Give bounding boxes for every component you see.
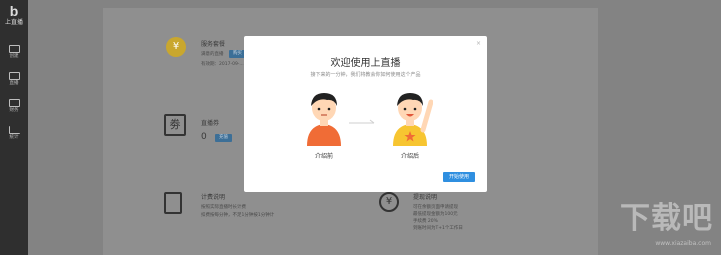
brand-logo[interactable]: b 上直播 bbox=[0, 4, 28, 27]
withdraw-line: 可在余额页面申请提现 bbox=[413, 205, 458, 210]
person-after-illustration bbox=[393, 93, 433, 146]
stats-icon bbox=[8, 126, 20, 134]
person-before-illustration bbox=[307, 93, 341, 146]
watermark-logo: 下载吧 bbox=[620, 201, 713, 236]
arrow-right-icon bbox=[349, 119, 375, 124]
close-icon[interactable]: × bbox=[476, 41, 481, 47]
withdraw-line: 最低提现金额为100元 bbox=[413, 212, 458, 217]
sidebar: b 上直播 创建 直播 财务 统计 bbox=[0, 0, 28, 255]
coin-icon: ¥ bbox=[166, 37, 186, 57]
after-label: 介绍后 bbox=[400, 153, 419, 160]
document-icon bbox=[164, 192, 182, 214]
brand-mark-icon: b bbox=[9, 3, 19, 19]
withdraw-line: 手续费 20% bbox=[413, 219, 438, 224]
ticket-title: 直播券 bbox=[201, 120, 220, 127]
welcome-modal: × 欢迎使用上直播 接下来的一分钟，我们将教会你如何使用这个产品 介绍前 介绍后… bbox=[244, 36, 487, 192]
service-desc: 满意的直播 bbox=[201, 52, 224, 57]
sidebar-item-label: 财务 bbox=[9, 108, 19, 113]
sidebar-item-stats[interactable]: 统计 bbox=[0, 126, 28, 141]
sidebar-item-live[interactable]: 直播 bbox=[0, 72, 28, 87]
recharge-button[interactable]: 充值 bbox=[215, 134, 232, 142]
watermark-url: www.xiazaiba.com bbox=[655, 240, 711, 247]
brand-name: 上直播 bbox=[4, 19, 23, 26]
modal-subtitle: 接下来的一分钟，我们将教会你如何使用这个产品 bbox=[310, 72, 421, 78]
withdraw-title: 提现说明 bbox=[413, 194, 438, 201]
billing-line: 按照实际直播时长计费 bbox=[201, 205, 246, 210]
billing-title: 计费说明 bbox=[201, 194, 226, 201]
ticket-count: 0 bbox=[201, 132, 207, 142]
sidebar-item-finance[interactable]: 财务 bbox=[0, 99, 28, 114]
modal-title: 欢迎使用上直播 bbox=[330, 58, 401, 69]
sidebar-item-label: 创建 bbox=[9, 54, 19, 59]
billing-line: 扣费按每分钟，不足1分钟按1分钟计 bbox=[201, 213, 275, 218]
before-label: 介绍前 bbox=[314, 153, 333, 160]
live-icon bbox=[8, 72, 20, 80]
sidebar-item-label: 统计 bbox=[9, 135, 19, 140]
ticket-icon: 劵 bbox=[164, 114, 186, 136]
sidebar-item-label: 直播 bbox=[9, 81, 19, 86]
yen-icon: ¥ bbox=[379, 192, 399, 212]
withdraw-line: 到账时间为T+1个工作日 bbox=[413, 226, 463, 231]
create-icon bbox=[8, 45, 20, 53]
finance-icon bbox=[8, 99, 20, 107]
service-title: 服务套餐 bbox=[201, 41, 226, 48]
sidebar-item-create[interactable]: 创建 bbox=[0, 45, 28, 60]
service-expiry: 有效期：2017-09-... bbox=[201, 62, 244, 67]
start-button[interactable]: 开始使用 bbox=[443, 172, 475, 182]
